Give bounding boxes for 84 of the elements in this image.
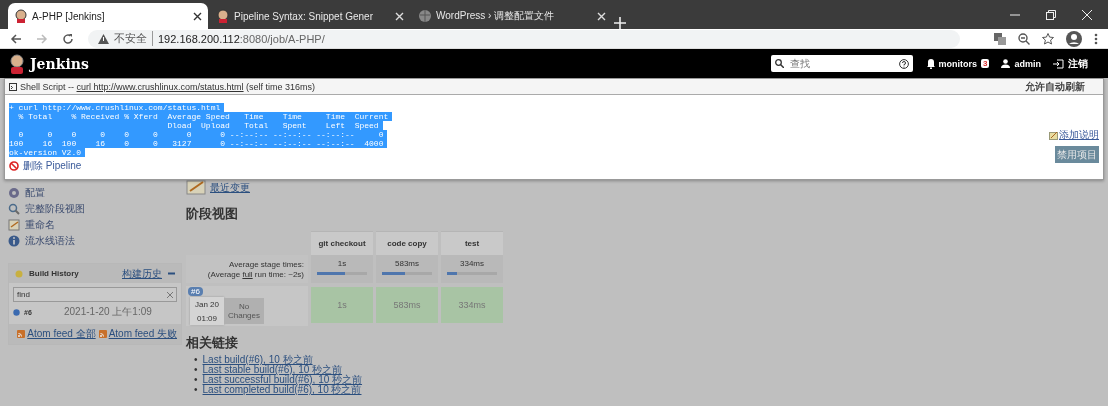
panel-title: Build History <box>29 269 79 278</box>
recent-changes-link[interactable]: 最近变更 <box>186 179 1108 195</box>
stage-header: test <box>441 231 503 255</box>
warning-icon <box>98 33 109 44</box>
reload-icon[interactable] <box>62 32 74 45</box>
zoom-icon[interactable] <box>1018 32 1030 45</box>
count-badge: 3 <box>981 59 990 68</box>
browser-tab[interactable]: A-PHP [Jenkins] <box>8 3 208 29</box>
address-bar[interactable]: 不安全 192.168.200.112:8080/job/A-PHP/ <box>88 29 960 48</box>
restore-icon[interactable] <box>1046 9 1056 20</box>
sidebar-item[interactable]: 流水线语法 <box>8 233 186 249</box>
build-time: 01:09 <box>197 313 217 323</box>
monitors-link[interactable]: monitors 3 <box>926 58 990 69</box>
build-date: Jan 20 <box>195 299 219 309</box>
build-status-icon <box>13 308 20 316</box>
globe-icon <box>418 9 432 23</box>
section-heading: 阶段视图 <box>186 205 239 223</box>
translate-icon[interactable] <box>994 32 1006 45</box>
security-label: 不安全 <box>114 31 153 46</box>
build-link[interactable]: Last stable build(#6), 10 秒之前 <box>202 365 343 375</box>
changes-label: No Changes <box>224 298 264 324</box>
user-icon <box>1001 59 1011 68</box>
logout-link[interactable]: 注销 <box>1053 56 1088 71</box>
average-time: 1s <box>337 259 347 268</box>
butler-logo-icon <box>8 53 26 74</box>
clear-icon[interactable] <box>167 291 173 298</box>
notepad-icon <box>1049 130 1058 140</box>
bell-icon <box>926 58 935 69</box>
average-time: 583ms <box>395 259 419 268</box>
modal-title: Shell Script -- curl http://www.crushlinux.com/status.html (self time 316ms) <box>20 81 316 92</box>
build-link[interactable]: Last successful build(#6), 10 秒之前 <box>202 375 363 385</box>
bullet: • <box>194 355 198 365</box>
status-ball-icon <box>15 269 23 278</box>
url-text: 192.168.200.112:8080/job/A-PHP/ <box>158 32 325 45</box>
browser-tab[interactable]: WordPress › 调整配置文件 <box>412 3 612 29</box>
sidebar-item[interactable]: 完整阶段视图 <box>8 201 186 217</box>
bullet: • <box>194 365 198 375</box>
no-entry-icon <box>9 161 19 171</box>
build-time: 2021-1-20 上午1:09 <box>64 305 152 319</box>
search-input[interactable]: 查找 <box>789 58 893 69</box>
command-link[interactable]: curl http://www.crushlinux.com/status.html <box>76 81 244 92</box>
trend-link[interactable]: 构建历史 <box>122 266 162 281</box>
notepad-icon <box>8 219 20 231</box>
jenkins-logo-text[interactable]: Jenkins <box>30 55 89 72</box>
feed-link[interactable]: Atom feed 失败 <box>98 327 177 341</box>
delete-pipeline-link[interactable]: 删除 Pipeline <box>9 159 1049 173</box>
logout-icon <box>1053 58 1064 69</box>
help-icon[interactable] <box>898 58 909 69</box>
search-icon <box>774 59 784 68</box>
close-icon[interactable] <box>193 11 202 21</box>
back-icon[interactable] <box>10 32 22 45</box>
rss-icon <box>98 330 107 338</box>
build-link[interactable]: Last completed build(#6), 10 秒之前 <box>202 385 362 395</box>
info-icon <box>8 235 20 247</box>
rss-icon <box>17 330 26 338</box>
bullet: • <box>194 375 198 385</box>
filter-input[interactable]: find <box>17 290 167 299</box>
auto-refresh-link[interactable]: 允许自动刷新 <box>1025 79 1085 94</box>
section-heading: 相关链接 <box>186 334 239 352</box>
new-tab-icon[interactable] <box>614 17 626 29</box>
filter-field[interactable]: find <box>13 287 177 302</box>
bullet: • <box>194 385 198 395</box>
sidebar-item[interactable]: 配置 <box>8 185 186 201</box>
stage-header: code copy <box>376 231 438 255</box>
star-icon[interactable] <box>1042 32 1054 45</box>
sidebar-item[interactable]: 重命名 <box>8 217 186 233</box>
stage-header: git checkout <box>311 231 373 255</box>
average-time: 334ms <box>460 259 484 268</box>
notepad-icon <box>186 179 206 195</box>
menu-icon[interactable] <box>1094 32 1098 45</box>
avatar-icon[interactable] <box>1066 30 1082 47</box>
feed-link[interactable]: Atom feed 全部 <box>17 327 96 341</box>
disable-project-button[interactable]: 禁用项目 <box>1055 146 1099 163</box>
butler-icon <box>216 9 230 23</box>
magnifier-icon <box>8 203 20 215</box>
browser-tab[interactable]: Pipeline Syntax: Snippet Gener <box>210 3 410 29</box>
add-description-link[interactable]: 添加说明 <box>1049 128 1099 142</box>
search-field[interactable]: 查找 <box>770 55 913 72</box>
build-link[interactable]: Last build(#6), 10 秒之前 <box>202 355 313 365</box>
butler-icon <box>14 9 28 23</box>
user-link[interactable]: admin <box>1001 58 1041 69</box>
build-badge[interactable]: #6 <box>188 287 203 296</box>
gear-icon <box>8 187 20 199</box>
terminal-icon <box>9 82 17 91</box>
